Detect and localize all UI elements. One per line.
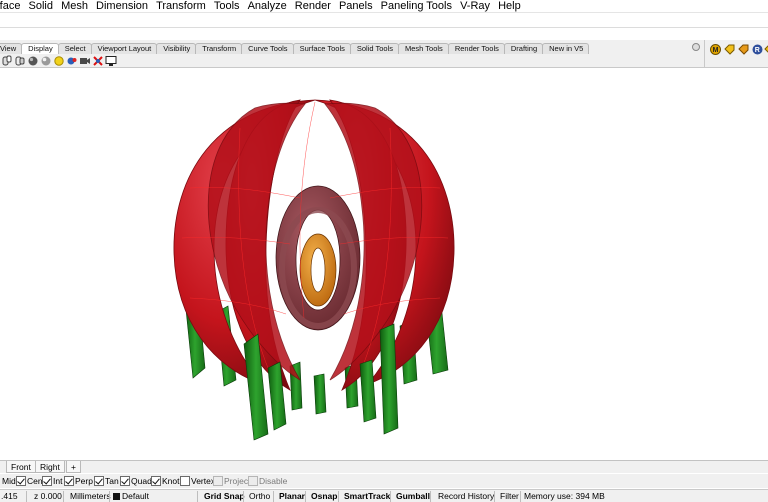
ortho-toggle[interactable]: Ortho [249, 490, 270, 502]
osnap-tan[interactable]: Tan [94, 475, 119, 487]
tab-front[interactable]: Front [6, 461, 36, 473]
tab-render-tools[interactable]: Render Tools [447, 43, 505, 54]
osnap-disable[interactable]: Disable [248, 475, 287, 487]
leg[interactable] [359, 359, 377, 423]
vray-label-icon[interactable] [738, 44, 749, 55]
menu-transform[interactable]: Transform [156, 1, 206, 12]
add-viewport-tab[interactable]: + [66, 461, 81, 473]
osnap-cen-checkbox[interactable] [16, 476, 26, 486]
osnap-mid[interactable]: Mid [2, 475, 16, 487]
gumball-toggle[interactable]: Gumball [396, 490, 430, 502]
tab-surface-tools[interactable]: Surface Tools [292, 43, 351, 54]
menu-mesh[interactable]: Mesh [61, 1, 88, 12]
osnap-int[interactable]: Int [42, 475, 62, 487]
tab-view[interactable]: View [0, 43, 23, 54]
osnap-perp[interactable]: Perp [64, 475, 93, 487]
osnap-project-checkbox[interactable] [213, 476, 223, 486]
camera-icon[interactable] [66, 55, 78, 67]
svg-text:M: M [713, 47, 719, 54]
smarttrack-toggle[interactable]: SmartTrack [344, 490, 390, 502]
menu-tools[interactable]: Tools [214, 1, 240, 12]
gear-icon[interactable] [692, 43, 700, 51]
orange-core [299, 233, 337, 307]
units-display[interactable]: Millimeters [70, 490, 111, 502]
toolbar-tabs: View Display Select Viewport Layout Visibili… [0, 43, 590, 54]
render-preview-icon[interactable] [79, 55, 91, 67]
tab-visibility[interactable]: Visibility [156, 43, 197, 54]
osnap-project[interactable]: Project [213, 475, 250, 487]
osnap-perp-checkbox[interactable] [64, 476, 74, 486]
tab-drafting[interactable]: Drafting [503, 43, 544, 54]
layer-display[interactable]: Default [113, 490, 149, 502]
menu-help[interactable]: Help [498, 1, 521, 12]
menu-bar: rface Solid Mesh Dimension Transform Too… [0, 0, 768, 12]
coord-z: z 0.000 [34, 491, 62, 501]
tab-select[interactable]: Select [57, 43, 92, 54]
tab-viewport-layout[interactable]: Viewport Layout [90, 43, 158, 54]
osnap-cen[interactable]: Cen [16, 475, 43, 487]
perspective-viewport[interactable] [0, 68, 768, 460]
osnap-knot[interactable]: Knot [151, 475, 180, 487]
menu-panels[interactable]: Panels [339, 1, 373, 12]
close-icon[interactable] [92, 55, 104, 67]
tab-solid-tools[interactable]: Solid Tools [349, 43, 400, 54]
svg-text:R: R [755, 47, 760, 54]
coord-x: .415 [1, 491, 18, 501]
filter-toggle[interactable]: Filter [500, 490, 519, 502]
osnap-tan-checkbox[interactable] [94, 476, 104, 486]
shaded-sphere-icon[interactable] [27, 55, 39, 67]
vray-tag-icon[interactable] [724, 44, 735, 55]
material-icon[interactable]: M [710, 44, 721, 55]
status-bar: .415 z 0.000 Millimeters Default Grid Sn… [0, 489, 768, 502]
toolbar-area: View Display Select Viewport Layout Visibili… [0, 40, 704, 68]
tab-mesh-tools[interactable]: Mesh Tools [398, 43, 449, 54]
menu-render[interactable]: Render [295, 1, 331, 12]
memory-usage: Memory use: 394 MB [524, 491, 605, 501]
osnap-bar: Mid Cen Int Perp Tan Quad Knot Vertex Pr… [0, 474, 768, 488]
layer-color-swatch [113, 493, 120, 500]
tab-new-in-v5[interactable]: New in V5 [542, 43, 590, 54]
menu-dimension[interactable]: Dimension [96, 1, 148, 12]
core-hole [310, 247, 326, 293]
viewport-tabs: Front Right + [0, 460, 768, 473]
osnap-toggle[interactable]: Osnap [311, 490, 337, 502]
display-mode-icon[interactable] [14, 55, 26, 67]
osnap-knot-checkbox[interactable] [151, 476, 161, 486]
osnap-quad-checkbox[interactable] [120, 476, 130, 486]
record-history-toggle[interactable]: Record History [438, 490, 494, 502]
tab-display[interactable]: Display [21, 43, 59, 54]
menu-vray[interactable]: V-Ray [460, 1, 490, 12]
osnap-int-checkbox[interactable] [42, 476, 52, 486]
tab-transform[interactable]: Transform [195, 43, 243, 54]
tab-right[interactable]: Right [35, 461, 65, 473]
command-history [0, 27, 768, 28]
display-toolbar [0, 54, 117, 68]
tab-curve-tools[interactable]: Curve Tools [241, 43, 294, 54]
osnap-quad[interactable]: Quad [120, 475, 152, 487]
leg[interactable] [313, 373, 327, 415]
osnap-vertex-checkbox[interactable] [180, 476, 190, 486]
osnap-vertex[interactable]: Vertex [180, 475, 215, 487]
menu-solid[interactable]: Solid [29, 1, 53, 12]
grid-snap-toggle[interactable]: Grid Snap [204, 490, 245, 502]
render-icon[interactable]: R [752, 44, 763, 55]
menu-surface[interactable]: rface [0, 1, 20, 12]
view-icon[interactable] [1, 55, 13, 67]
osnap-disable-checkbox[interactable] [248, 476, 258, 486]
monitor-icon[interactable] [105, 55, 117, 67]
side-panel-toolbar: M R [704, 40, 768, 68]
rendered-sphere-icon[interactable] [40, 55, 52, 67]
vray-teapot-icon[interactable] [764, 44, 768, 55]
menu-analyze[interactable]: Analyze [248, 1, 287, 12]
menu-paneling-tools[interactable]: Paneling Tools [381, 1, 452, 12]
viewport-canvas[interactable] [0, 68, 768, 460]
planar-toggle[interactable]: Planar [279, 490, 305, 502]
light-bulb-icon[interactable] [53, 55, 65, 67]
